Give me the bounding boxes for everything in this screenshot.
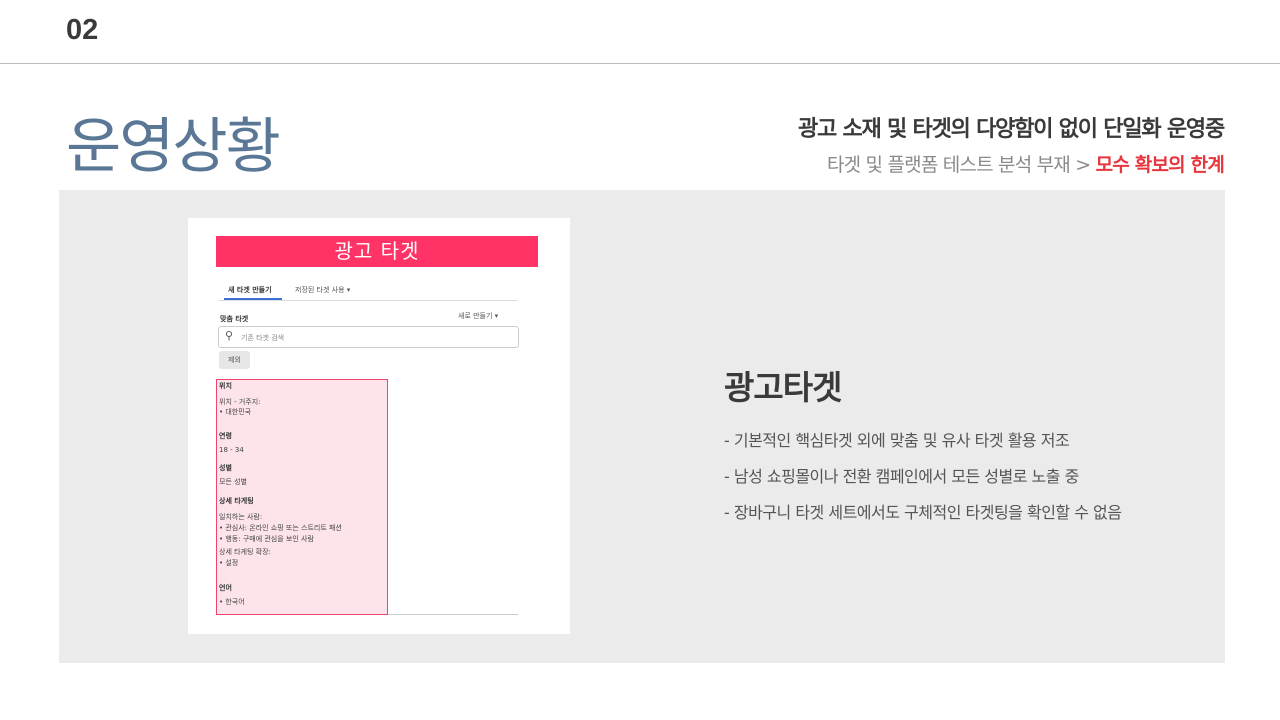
location-sub: 위치 - 거주지: — [219, 398, 261, 406]
custom-target-label: 맞춤 타겟 — [220, 315, 249, 323]
bullet-2: - 남성 쇼핑몰이나 전환 캠페인에서 모든 성별로 노출 중 — [724, 467, 1079, 486]
gender-heading: 성별 — [219, 464, 232, 472]
subheading-secondary-text: 타겟 및 플랫폼 테스트 분석 부재 > — [826, 154, 1091, 176]
slide-number: 02 — [66, 14, 99, 46]
screenshot-divider — [388, 614, 518, 615]
gender-value: 모든 성별 — [219, 478, 247, 486]
subheading-secondary: 타겟 및 플랫폼 테스트 분석 부재 > 모수 확보의 한계 — [826, 150, 1225, 177]
tab-saved-target[interactable]: 저장된 타겟 사용 ▾ — [295, 285, 350, 295]
search-icon: ⚲ — [225, 329, 234, 342]
location-value: • 대한민국 — [219, 408, 252, 416]
exclude-button[interactable]: 제외 — [219, 351, 250, 369]
create-new-dropdown[interactable]: 새로 만들기 ▾ — [458, 311, 498, 321]
header-divider — [0, 63, 1280, 64]
language-heading: 언어 — [219, 584, 232, 592]
subheading: 광고 소재 및 타겟의 다양함이 없이 단일화 운영중 — [797, 117, 1225, 142]
expand-value: • 설정 — [219, 559, 239, 567]
bullet-3: - 장바구니 타겟 세트에서도 구체적인 타겟팅을 확인할 수 없음 — [724, 503, 1122, 522]
subheading-highlight: 모수 확보의 한계 — [1095, 154, 1225, 176]
location-heading: 위치 — [219, 382, 232, 390]
match-label: 일치하는 사람: — [219, 513, 263, 521]
detailed-targeting-heading: 상세 타게팅 — [219, 497, 254, 505]
age-value: 18 - 34 — [219, 446, 244, 454]
expand-label: 상세 타게팅 확장: — [219, 548, 271, 556]
search-placeholder: 기존 타겟 검색 — [241, 334, 285, 342]
target-search-input[interactable]: ⚲ 기존 타겟 검색 — [218, 326, 519, 348]
section-title: 광고타겟 — [724, 368, 842, 407]
screenshot-header: 광고 타겟 — [216, 236, 538, 267]
language-value: • 한국어 — [219, 598, 245, 606]
behavior-value: • 행동: 구매에 관심을 보인 사람 — [219, 535, 314, 543]
interest-value: • 관심사: 온라인 쇼핑 또는 스트리트 패션 — [219, 524, 342, 532]
page-title: 운영상황 — [66, 112, 281, 182]
ad-target-screenshot: 광고 타겟 새 타겟 만들기 저장된 타겟 사용 ▾ 맞춤 타겟 새로 만들기 … — [188, 218, 570, 634]
age-heading: 연령 — [219, 432, 232, 440]
tabs-divider — [218, 300, 518, 301]
tab-new-target[interactable]: 새 타겟 만들기 — [228, 285, 272, 295]
bullet-1: - 기본적인 핵심타겟 외에 맞춤 및 유사 타겟 활용 저조 — [724, 431, 1070, 450]
